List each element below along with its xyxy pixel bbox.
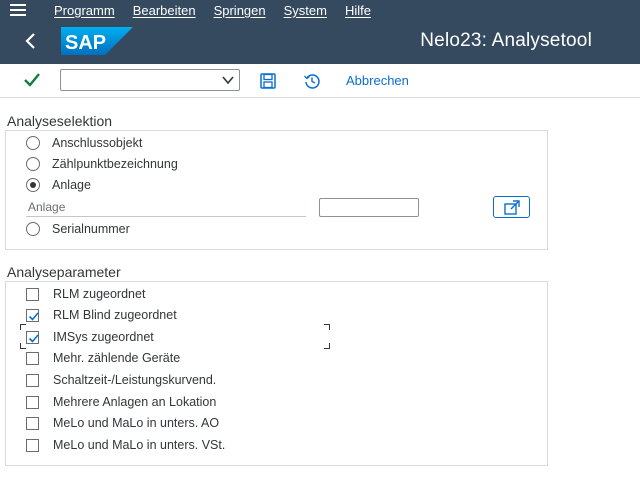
menu-system[interactable]: System [284,3,327,18]
checkbox-rlm-blind-zugeordnet[interactable]: RLM Blind zugeordnet [26,306,177,324]
open-external-button[interactable] [493,196,530,218]
checkmark-icon [28,311,39,321]
radio-option-zaehlpunktbezeichnung[interactable]: Zählpunktbezeichnung [26,155,178,173]
focus-indicator [324,343,330,349]
command-input[interactable] [61,70,211,90]
radio-option-serialnummer[interactable]: Serialnummer [26,220,130,238]
anlage-field[interactable] [319,198,419,217]
checkbox-checked[interactable] [26,330,39,344]
page-title: Nelo23: Analysetool [420,30,592,51]
radio-button[interactable] [26,136,40,150]
field-underline [26,216,306,217]
radio-option-anlage[interactable]: Anlage [26,176,91,194]
focus-indicator [324,324,330,330]
anlage-input[interactable] [320,199,416,217]
radio-label: Zählpunktbezeichnung [52,157,178,171]
menu-bar: Programm Bearbeiten Springen System Hilf… [0,0,640,20]
checkbox-label: Mehr. zählende Geräte [53,351,181,365]
radio-button[interactable] [26,222,40,236]
checkbox-schaltzeit-leistungskurvend[interactable]: Schaltzeit-/Leistungskurvend. [26,371,216,389]
command-field[interactable] [60,69,240,91]
checkbox-melo-malo-unters-vst[interactable]: MeLo und MaLo in unters. VSt. [26,436,225,454]
menu-bearbeiten[interactable]: Bearbeiten [133,3,196,18]
checkbox[interactable] [26,438,39,452]
shell-header: SAP Nelo23: Analysetool [0,20,640,64]
cancel-button[interactable]: Abbrechen [346,73,409,88]
checkbox[interactable] [26,373,39,387]
save-icon[interactable] [259,72,277,90]
radio-label: Anschlussobjekt [52,136,143,150]
checkbox-label: RLM zugeordnet [53,287,146,301]
checkbox[interactable] [26,416,39,430]
toolbar: Abbrechen [0,64,640,98]
checkbox-label: IMSys zugeordnet [53,330,154,344]
checkbox[interactable] [26,287,39,301]
checkbox-label: Mehrere Anlagen an Lokation [53,395,217,409]
focus-indicator [20,324,26,330]
svg-text:SAP: SAP [65,32,106,54]
clock-icon[interactable] [303,72,321,90]
checkmark-icon [28,333,39,343]
checkbox-label: MeLo und MaLo in unters. VSt. [53,438,226,452]
open-external-icon [504,200,520,215]
analyseselektion-title: Analyseselektion [7,113,113,129]
radio-label: Serialnummer [52,222,130,236]
enter-check-icon[interactable] [22,70,42,90]
menu-hilfe[interactable]: Hilfe [345,3,371,18]
radio-button[interactable] [26,157,40,171]
checkbox-rlm-zugeordnet[interactable]: RLM zugeordnet [26,285,145,303]
chevron-down-icon[interactable] [221,73,235,87]
checkbox-imsys-zugeordnet[interactable]: IMSys zugeordnet [26,328,154,346]
checkbox-label: RLM Blind zugeordnet [53,308,177,322]
radio-button-selected[interactable] [26,178,40,192]
sap-logo: SAP [61,27,133,55]
menu-springen[interactable]: Springen [214,3,266,18]
checkbox-label: Schaltzeit-/Leistungskurvend. [53,373,217,387]
analyseparameter-title: Analyseparameter [7,264,121,280]
checkbox-mehrere-anlagen-an-lokation[interactable]: Mehrere Anlagen an Lokation [26,393,216,411]
hamburger-menu-icon[interactable] [0,0,36,20]
menu-programm[interactable]: Programm [54,3,115,18]
checkbox-melo-malo-unters-ao[interactable]: MeLo und MaLo in unters. AO [26,414,219,432]
anlage-field-label: Anlage [28,200,66,214]
checkbox-mehr-zaehlende-geraete[interactable]: Mehr. zählende Geräte [26,349,180,367]
checkbox[interactable] [26,395,39,409]
back-icon[interactable] [20,30,42,52]
checkbox[interactable] [26,351,39,365]
checkbox-checked[interactable] [26,308,39,322]
checkbox-label: MeLo und MaLo in unters. AO [53,416,220,430]
radio-label: Anlage [52,178,91,192]
radio-option-anschlussobjekt[interactable]: Anschlussobjekt [26,134,142,152]
